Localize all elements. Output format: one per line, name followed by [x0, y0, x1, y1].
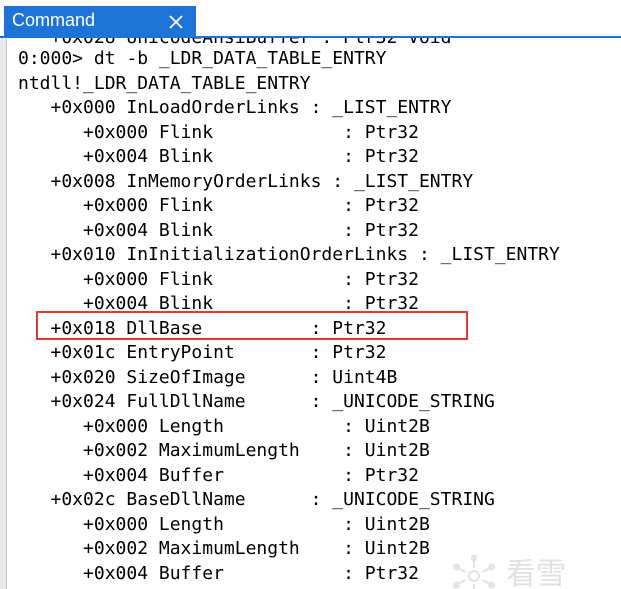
window-title-bar: Command: [0, 0, 621, 36]
console-output: 0:000> dt -b _LDR_DATA_TABLE_ENTRY ntdll!…: [18, 47, 560, 586]
command-output-pane[interactable]: +0x028 UnicodeAnsiBuffer : Ptr32 Void 0:…: [0, 38, 621, 589]
console-line: +0x002 MaximumLength : Uint2B: [18, 440, 430, 461]
console-line: +0x000 Flink : Ptr32: [18, 195, 419, 216]
snowflake-logo-icon: [452, 554, 496, 589]
close-icon[interactable]: [164, 10, 188, 34]
console-line: ntdll!_LDR_DATA_TABLE_ENTRY: [18, 72, 311, 94]
console-line: +0x004 Blink : Ptr32: [18, 146, 419, 167]
console-line: +0x000 Length : Uint2B: [18, 415, 430, 437]
console-line: +0x02c BaseDllName : _UNICODE_STRING: [18, 489, 495, 510]
console-line: +0x010 InInitializationOrderLinks : _LIS…: [18, 244, 560, 265]
console-line: +0x004 Buffer : Ptr32: [18, 464, 419, 486]
console-line: +0x000 Flink : Ptr32: [18, 268, 419, 290]
console-line: +0x024 FullDllName : _UNICODE_STRING: [18, 391, 495, 412]
console-line: +0x004 Blink : Ptr32: [18, 293, 419, 314]
tab-command[interactable]: Command: [4, 6, 196, 36]
console-line: +0x01c EntryPoint : Ptr32: [18, 342, 387, 363]
console-line: +0x000 Length : Uint2B: [18, 513, 430, 535]
kanxue-watermark: 看雪: [452, 550, 607, 589]
watermark-text: 看雪: [506, 557, 566, 589]
console-line: +0x000 Flink : Ptr32: [18, 121, 419, 143]
tab-title: Command: [12, 10, 96, 30]
console-line: +0x000 InLoadOrderLinks : _LIST_ENTRY: [18, 97, 452, 118]
console-line: 0:000> dt -b _LDR_DATA_TABLE_ENTRY: [18, 48, 387, 69]
console-line: +0x020 SizeOfImage : Uint4B: [18, 366, 398, 388]
console-line-highlighted: +0x018 DllBase : Ptr32: [18, 317, 387, 339]
console-line: +0x008 InMemoryOrderLinks : _LIST_ENTRY: [18, 170, 474, 192]
pane-left-divider: [6, 38, 7, 589]
console-line: +0x004 Blink : Ptr32: [18, 219, 419, 241]
